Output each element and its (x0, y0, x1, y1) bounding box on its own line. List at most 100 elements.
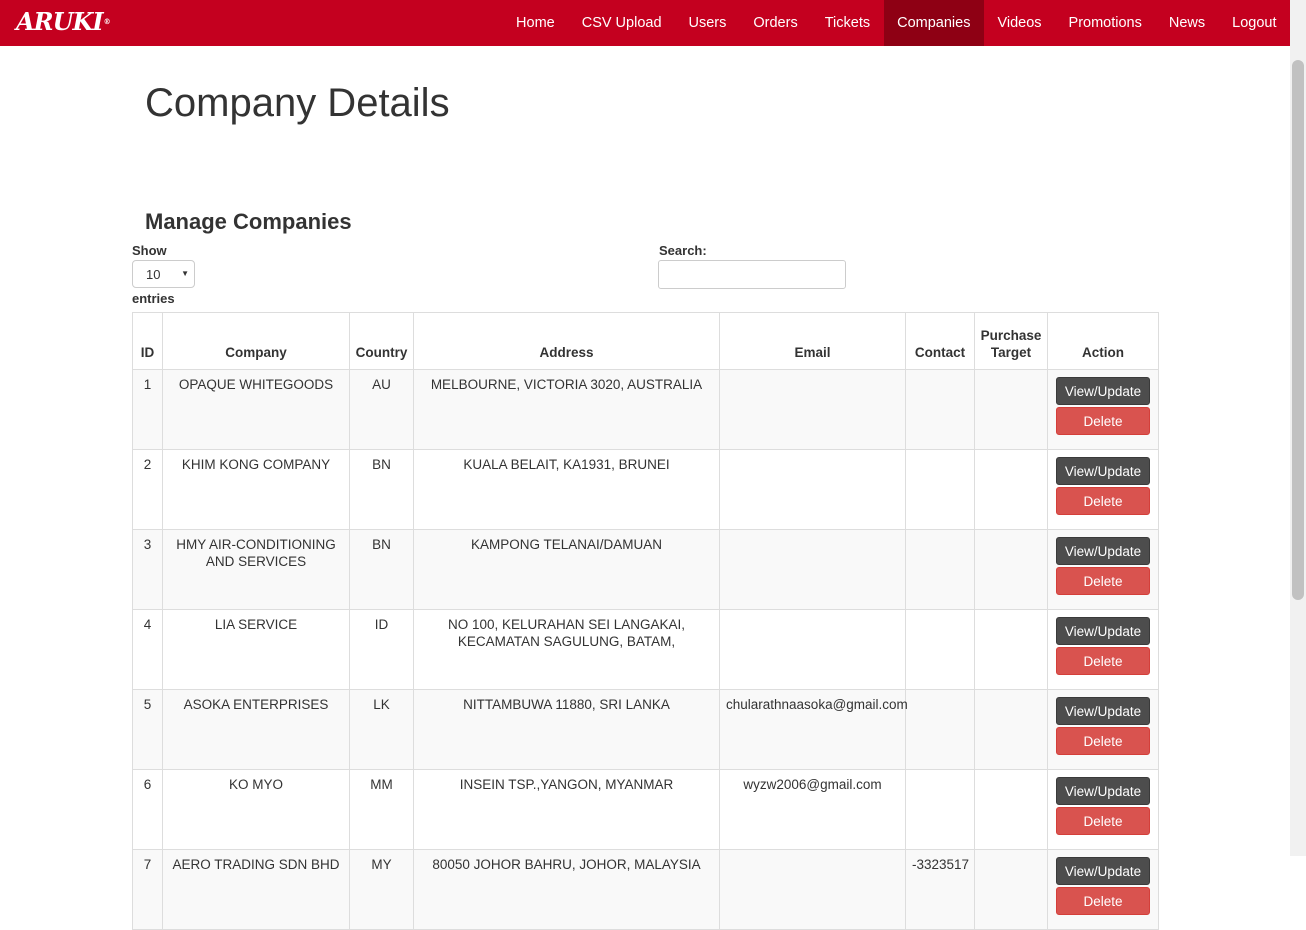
vertical-scrollbar[interactable] (1290, 0, 1306, 856)
cell-purchase-target (974, 769, 1048, 850)
cell-action: View/Update Delete (1047, 849, 1159, 930)
view-update-button[interactable]: View/Update (1056, 537, 1150, 565)
cell-contact (905, 609, 975, 690)
table-row: 6 KO MYO MM INSEIN TSP.,YANGON, MYANMAR wyzw… (132, 769, 1159, 850)
cell-address: 80050 JOHOR BAHRU, JOHOR, MALAYSIA (413, 849, 720, 930)
cell-email (719, 369, 906, 450)
header-address[interactable]: Address (413, 312, 720, 370)
delete-button[interactable]: Delete (1056, 647, 1150, 675)
header-country[interactable]: Country (349, 312, 414, 370)
cell-purchase-target (974, 689, 1048, 770)
cell-address: KUALA BELAIT, KA1931, BRUNEI (413, 449, 720, 530)
entries-per-page-select[interactable]: 10 ▼ (132, 260, 195, 288)
delete-button[interactable]: Delete (1056, 727, 1150, 755)
header-email[interactable]: Email (719, 312, 906, 370)
cell-id: 2 (132, 449, 163, 530)
view-update-button[interactable]: View/Update (1056, 697, 1150, 725)
cell-company: LIA SERVICE (162, 609, 350, 690)
companies-table: ID Company Country Address Email Contact Purch… (132, 312, 1159, 930)
table-header-row: ID Company Country Address Email Contact Purch… (132, 312, 1159, 370)
nav-link-promotions[interactable]: Promotions (1055, 0, 1155, 46)
search-label: Search: (659, 243, 707, 258)
cell-contact (905, 529, 975, 610)
cell-company: HMY AIR-CONDITIONING AND SERVICES (162, 529, 350, 610)
nav-link-logout[interactable]: Logout (1219, 0, 1290, 46)
cell-country: BN (349, 449, 414, 530)
top-navbar: ARUKI® Home CSV Upload Users Orders Tickets C… (0, 0, 1290, 46)
section-title: Manage Companies (145, 209, 352, 234)
cell-email: wyzw2006@gmail.com (719, 769, 906, 850)
cell-purchase-target (974, 609, 1048, 690)
cell-purchase-target (974, 369, 1048, 450)
view-update-button[interactable]: View/Update (1056, 617, 1150, 645)
entries-per-page-value: 10 (146, 267, 161, 282)
table-row: 1 OPAQUE WHITEGOODS AU MELBOURNE, VICTORIA … (132, 369, 1159, 450)
cell-company: KO MYO (162, 769, 350, 850)
view-update-button[interactable]: View/Update (1056, 457, 1150, 485)
view-update-button[interactable]: View/Update (1056, 857, 1150, 885)
cell-action: View/Update Delete (1047, 609, 1159, 690)
nav-link-csv-upload[interactable]: CSV Upload (568, 0, 675, 46)
cell-action: View/Update Delete (1047, 769, 1159, 850)
cell-contact (905, 769, 975, 850)
header-company[interactable]: Company (162, 312, 350, 370)
cell-id: 4 (132, 609, 163, 690)
cell-email (719, 849, 906, 930)
nav-link-home[interactable]: Home (503, 0, 569, 46)
cell-action: View/Update Delete (1047, 449, 1159, 530)
brand-logo[interactable]: ARUKI® (16, 7, 111, 36)
nav-link-videos[interactable]: Videos (984, 0, 1055, 46)
brand-logo-text: ARUKI (16, 7, 104, 36)
scrollbar-thumb[interactable] (1292, 60, 1304, 600)
cell-address: MELBOURNE, VICTORIA 3020, AUSTRALIA (413, 369, 720, 450)
cell-contact: -3323517 (905, 849, 975, 930)
cell-purchase-target (974, 849, 1048, 930)
table-row: 5 ASOKA ENTERPRISES LK NITTAMBUWA 11880, SR… (132, 689, 1159, 770)
cell-address: KAMPONG TELANAI/DAMUAN (413, 529, 720, 610)
cell-country: BN (349, 529, 414, 610)
nav-link-users[interactable]: Users (675, 0, 740, 46)
cell-country: ID (349, 609, 414, 690)
view-update-button[interactable]: View/Update (1056, 777, 1150, 805)
page-title: Company Details (145, 81, 450, 125)
entries-label: entries (132, 291, 175, 306)
cell-action: View/Update Delete (1047, 369, 1159, 450)
cell-company: AERO TRADING SDN BHD (162, 849, 350, 930)
cell-id: 3 (132, 529, 163, 610)
cell-email (719, 609, 906, 690)
cell-company: OPAQUE WHITEGOODS (162, 369, 350, 450)
nav-link-orders[interactable]: Orders (740, 0, 811, 46)
cell-id: 5 (132, 689, 163, 770)
delete-button[interactable]: Delete (1056, 407, 1150, 435)
cell-address: NO 100, KELURAHAN SEI LANGAKAI, KECAMATA… (413, 609, 720, 690)
header-action[interactable]: Action (1047, 312, 1159, 370)
cell-id: 7 (132, 849, 163, 930)
table-row: 3 HMY AIR-CONDITIONING AND SERVICES BN KAMP… (132, 529, 1159, 610)
search-input[interactable] (658, 260, 846, 289)
cell-purchase-target (974, 529, 1048, 610)
nav-link-news[interactable]: News (1155, 0, 1218, 46)
cell-id: 6 (132, 769, 163, 850)
nav-link-tickets[interactable]: Tickets (811, 0, 883, 46)
delete-button[interactable]: Delete (1056, 487, 1150, 515)
header-id[interactable]: ID (132, 312, 163, 370)
cell-action: View/Update Delete (1047, 689, 1159, 770)
cell-address: INSEIN TSP.,YANGON, MYANMAR (413, 769, 720, 850)
delete-button[interactable]: Delete (1056, 567, 1150, 595)
nav-link-companies[interactable]: Companies (883, 0, 984, 46)
cell-contact (905, 449, 975, 530)
view-update-button[interactable]: View/Update (1056, 377, 1150, 405)
table-row: 7 AERO TRADING SDN BHD MY 80050 JOHOR BAHRU… (132, 849, 1159, 930)
cell-company: KHIM KONG COMPANY (162, 449, 350, 530)
cell-purchase-target (974, 449, 1048, 530)
delete-button[interactable]: Delete (1056, 807, 1150, 835)
cell-email (719, 449, 906, 530)
header-purchase-target[interactable]: Purchase Target (974, 312, 1048, 370)
delete-button[interactable]: Delete (1056, 887, 1150, 915)
main-nav: Home CSV Upload Users Orders Tickets Companie… (503, 0, 1290, 46)
cell-email: chularathnaasoka@gmail.com (719, 689, 908, 770)
header-contact[interactable]: Contact (905, 312, 975, 370)
cell-address: NITTAMBUWA 11880, SRI LANKA (413, 689, 720, 770)
cell-country: MM (349, 769, 414, 850)
cell-id: 1 (132, 369, 163, 450)
